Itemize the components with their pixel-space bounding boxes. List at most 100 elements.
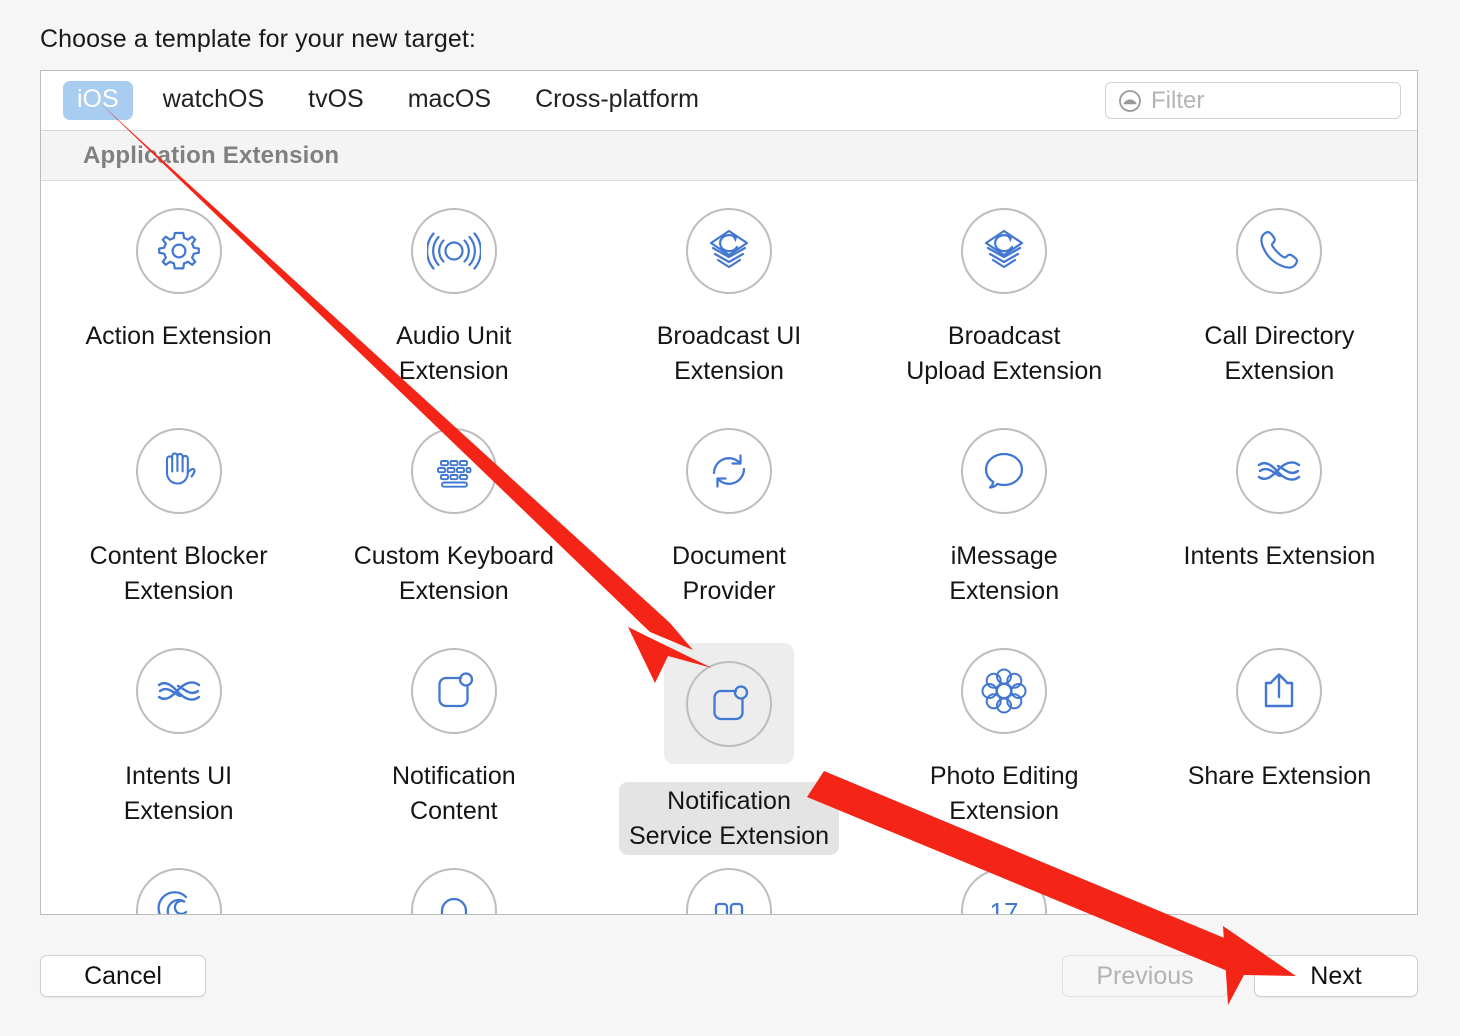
layers-refresh-icon: [985, 229, 1024, 269]
icon-circle: [135, 648, 222, 734]
icon-wrap: [406, 863, 502, 914]
page-title: Choose a template for your new target:: [40, 25, 476, 53]
template-label: Notification Service Extension: [618, 782, 840, 855]
filter-input[interactable]: Filter: [1105, 82, 1401, 119]
template-notification-service-extension[interactable]: Notification Service Extension: [591, 635, 866, 855]
template-notification-content[interactable]: Notification Content: [316, 635, 591, 855]
template-broadcast-upload-extension[interactable]: Broadcast Upload Extension: [867, 195, 1142, 415]
icon-circle: [1236, 428, 1323, 514]
layers-refresh-icon: [709, 229, 749, 269]
template-label: Intents Extension: [1183, 542, 1376, 570]
template-label: Content Blocker Extension: [89, 542, 268, 605]
template-call-directory-extension[interactable]: Call Directory Extension: [1142, 195, 1417, 415]
template-label: Custom Keyboard Extension: [353, 542, 554, 605]
icon-wrap: [956, 643, 1052, 739]
two-rounded-rects-icon: [714, 902, 744, 914]
icon-wrap: [406, 203, 502, 299]
icon-wrap: 17: [956, 863, 1052, 914]
filter-icon: [1119, 89, 1141, 112]
icon-wrap: [1231, 203, 1327, 299]
template-label: Notification Content: [391, 762, 516, 825]
template-label: Call Directory Extension: [1204, 322, 1355, 385]
icon-circle: [410, 868, 497, 914]
next-button[interactable]: Next: [1254, 955, 1418, 997]
icon-wrap: [131, 203, 227, 299]
icon-wrap: [681, 423, 777, 519]
template-custom-keyboard-extension[interactable]: Custom Keyboard Extension: [316, 415, 591, 635]
icon-wrap: [1231, 423, 1327, 519]
tab-tvos[interactable]: tvOS: [294, 81, 378, 120]
template-imessage-extension[interactable]: iMessage Extension: [867, 415, 1142, 635]
gear-icon: [157, 231, 200, 270]
template-audio-unit-extension[interactable]: Audio Unit Extension: [316, 195, 591, 415]
template-partial-2[interactable]: [316, 855, 591, 914]
icon-circle: [686, 660, 772, 747]
share-up-arrow-icon: [1265, 673, 1294, 708]
icon-circle: [135, 428, 222, 514]
tab-cross-platform[interactable]: Cross-platform: [521, 81, 713, 120]
template-content-blocker-extension[interactable]: Content Blocker Extension: [41, 415, 316, 635]
icon-wrap: [681, 863, 777, 914]
template-label: Share Extension: [1187, 762, 1372, 790]
tab-watchos[interactable]: watchOS: [149, 81, 278, 120]
crossing-waves-icon: [1258, 461, 1301, 481]
icon-circle: [410, 428, 497, 514]
template-label: Broadcast Upload Extension: [906, 322, 1103, 385]
arc-icon: [440, 897, 467, 914]
template-label: Action Extension: [85, 322, 272, 350]
icon-circle: 17: [961, 868, 1048, 914]
icon-circle: [686, 868, 772, 914]
icon-circle: [1236, 648, 1323, 734]
spiral-icon: [157, 891, 187, 914]
icon-wrap: [956, 423, 1052, 519]
template-partial-1[interactable]: [41, 855, 316, 914]
icon-circle: [961, 648, 1048, 734]
icon-circle: [135, 868, 222, 914]
section-header: Application Extension: [41, 131, 1417, 181]
template-label: Document Provider: [672, 542, 786, 605]
icon-circle: [135, 208, 222, 294]
template-intents-ui-extension[interactable]: Intents UI Extension: [41, 635, 316, 855]
tab-macos[interactable]: macOS: [394, 81, 505, 120]
template-grid[interactable]: Action Extension Audio Unit Extension Br…: [41, 181, 1417, 914]
platform-tab-bar: iOS watchOS tvOS macOS Cross-platform Fi…: [41, 71, 1417, 131]
number-17-icon: 17: [990, 897, 1019, 914]
icon-wrap: [131, 643, 227, 739]
icon-wrap: [1231, 643, 1327, 739]
icon-circle: [410, 648, 497, 734]
template-partial-5[interactable]: [1142, 855, 1417, 914]
icon-circle: [686, 428, 772, 514]
badged-square-icon: [713, 684, 749, 720]
template-photo-editing-extension[interactable]: Photo Editing Extension: [867, 635, 1142, 855]
sync-arrows-icon: [712, 454, 746, 488]
previous-button[interactable]: Previous: [1062, 955, 1228, 997]
icon-wrap: [406, 423, 502, 519]
template-broadcast-ui-extension[interactable]: Broadcast UI Extension: [591, 195, 866, 415]
icon-wrap: [681, 203, 777, 299]
speech-bubble-icon: [985, 452, 1024, 489]
template-partial-3[interactable]: [591, 855, 866, 914]
template-label: Photo Editing Extension: [929, 762, 1079, 825]
template-action-extension[interactable]: Action Extension: [41, 195, 316, 415]
template-intents-extension[interactable]: Intents Extension: [1142, 415, 1417, 635]
template-partial-4[interactable]: 17: [867, 855, 1142, 914]
icon-wrap: [1231, 863, 1327, 914]
notification-service-extension-icon: [664, 643, 794, 764]
section-header-label: Application Extension: [83, 141, 340, 169]
template-document-provider[interactable]: Document Provider: [591, 415, 866, 635]
icon-circle: [686, 208, 772, 294]
template-row-partial: 17: [41, 855, 1417, 914]
phone-icon: [1260, 230, 1299, 269]
icon-circle: [410, 208, 497, 294]
icon-wrap: [406, 643, 502, 739]
icon-circle: [1236, 208, 1323, 294]
cancel-button[interactable]: Cancel: [40, 955, 206, 997]
template-row: Intents UI Extension Notification Content: [41, 635, 1417, 855]
template-label: Intents UI Extension: [123, 762, 234, 825]
icon-wrap: [131, 863, 227, 914]
template-share-extension[interactable]: Share Extension: [1142, 635, 1417, 855]
keyboard-icon: [436, 460, 472, 488]
audio-waves-icon: [426, 232, 481, 270]
tab-ios[interactable]: iOS: [63, 81, 133, 120]
badged-square-icon: [438, 672, 473, 708]
